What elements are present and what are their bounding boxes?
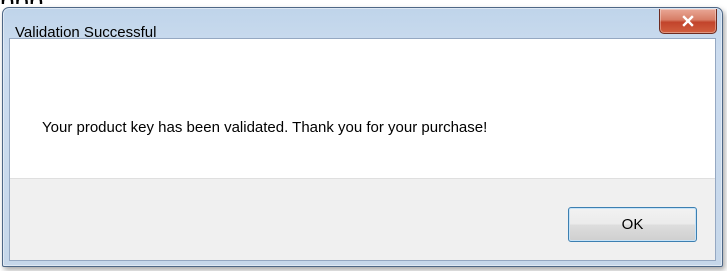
dialog-content: Your product key has been validated. Tha… bbox=[9, 38, 716, 261]
validation-dialog: Validation Successful Your product key h… bbox=[2, 7, 723, 267]
background-text-fragment: ppp bbox=[0, 0, 727, 4]
ok-button[interactable]: OK bbox=[568, 207, 697, 242]
close-icon bbox=[682, 15, 694, 27]
button-bar: OK bbox=[10, 178, 715, 260]
message-text: Your product key has been validated. Tha… bbox=[42, 119, 488, 136]
close-button[interactable] bbox=[659, 9, 717, 34]
